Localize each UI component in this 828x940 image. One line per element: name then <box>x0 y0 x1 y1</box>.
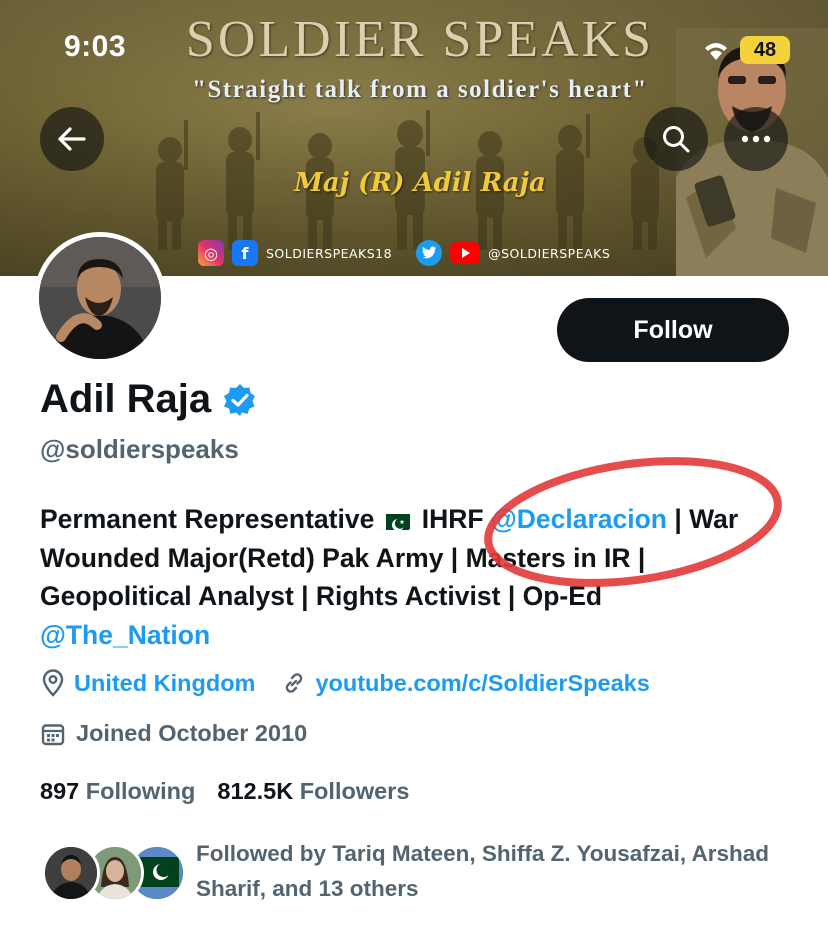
banner-social-handle-1: SOLDIERSPEAKS18 <box>266 245 393 261</box>
bio-mention-the-nation[interactable]: @The_Nation <box>40 620 210 650</box>
back-button[interactable] <box>40 107 104 171</box>
follow-counts: 897 Following 812.5K Followers <box>40 778 431 805</box>
location-pin-icon <box>42 669 64 697</box>
profile-avatar[interactable] <box>34 232 166 364</box>
more-icon <box>741 135 771 143</box>
bio-mention-declaracion[interactable]: @Declaracion <box>491 504 667 534</box>
following-count-link[interactable]: 897 Following <box>40 778 195 805</box>
location-text: United Kingdom <box>74 669 256 696</box>
followed-by-text: Followed by Tariq Mateen, Shiffa Z. Yous… <box>196 841 770 901</box>
verified-badge-icon[interactable] <box>223 383 257 417</box>
mutual-follower-avatars <box>40 844 190 910</box>
website-link[interactable]: youtube.com/c/SoldierSpeaks <box>315 670 649 697</box>
wifi-icon <box>705 43 727 60</box>
profile-meta-row: United Kingdom youtube.com/c/SoldierSpea… <box>40 669 676 697</box>
twitter-icon <box>416 240 443 266</box>
following-count: 897 <box>40 778 80 804</box>
joined-text: Joined October 2010 <box>76 720 308 746</box>
follow-button[interactable]: Follow <box>557 298 789 362</box>
link-icon <box>286 673 303 693</box>
website-item[interactable]: youtube.com/c/SoldierSpeaks <box>281 670 650 697</box>
youtube-icon <box>450 242 481 264</box>
banner-tagline: "Straight talk from a soldier's heart" <box>192 76 648 103</box>
bio-text-1: Permanent Representative <box>40 504 375 534</box>
joined-row: Joined October 2010 <box>40 720 307 747</box>
banner-social-row: ◎ f SOLDIERSPEAKS18 @SOLDIERSPEAKS <box>198 238 626 268</box>
followed-by-row[interactable]: Followed by Tariq Mateen, Shiffa Z. Yous… <box>40 836 786 910</box>
banner-social-handle-2: @SOLDIERSPEAKS <box>488 245 611 261</box>
banner-name: Maj (R) Adil Raja <box>294 168 546 198</box>
followers-count-link[interactable]: 812.5K Followers <box>217 778 409 805</box>
pakistan-flag-icon <box>378 508 411 530</box>
status-time: 9:03 <box>64 30 127 63</box>
mutual-avatar-1 <box>42 844 100 902</box>
location-item: United Kingdom <box>40 669 255 697</box>
display-name-text: Adil Raja <box>40 377 212 421</box>
profile-handle: @soldierspeaks <box>40 434 239 464</box>
followers-count: 812.5K <box>217 778 294 804</box>
following-label: Following <box>85 778 196 804</box>
facebook-icon: f <box>232 240 258 266</box>
avatar-photo <box>39 237 161 359</box>
instagram-icon: ◎ <box>198 240 224 266</box>
search-button[interactable] <box>644 107 708 171</box>
battery-indicator: 48 <box>740 36 790 64</box>
search-icon <box>663 126 690 153</box>
back-arrow-icon <box>58 127 86 151</box>
banner-title: SOLDIER SPEAKS <box>185 11 655 68</box>
followers-label: Followers <box>299 778 410 804</box>
profile-display-name: Adil Raja <box>40 377 257 422</box>
profile-bio: Permanent Representative IHRF @Declaraci… <box>40 500 800 654</box>
bio-text-2: IHRF <box>414 504 491 534</box>
calendar-icon <box>41 723 65 745</box>
more-options-button[interactable] <box>724 107 788 171</box>
